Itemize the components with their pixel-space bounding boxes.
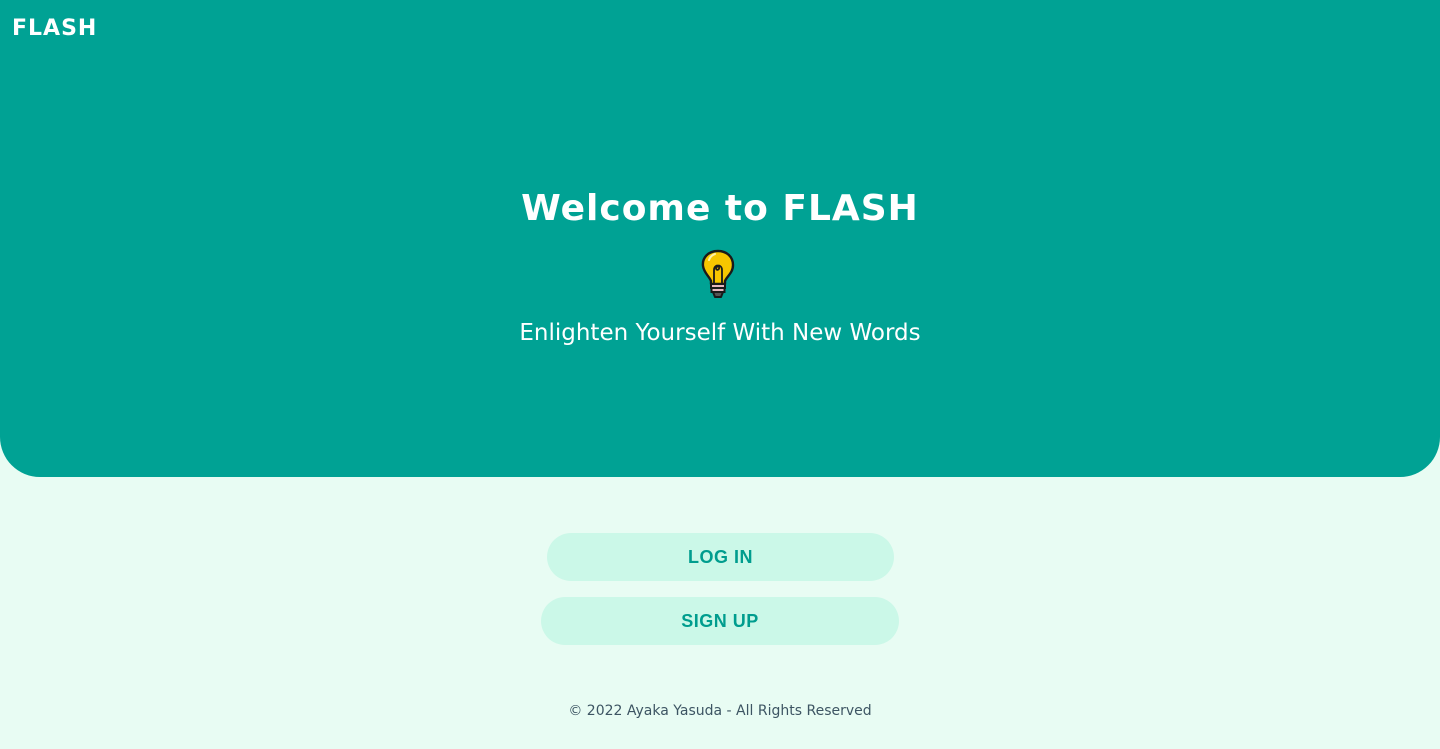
login-button[interactable]: LOG IN xyxy=(547,533,894,581)
footer-copyright: © 2022 Ayaka Yasuda - All Rights Reserve… xyxy=(568,703,872,719)
page-title: Welcome to FLASH xyxy=(521,188,919,229)
signup-button[interactable]: SIGN UP xyxy=(541,597,899,645)
logo[interactable]: FLASH xyxy=(12,16,97,42)
lightbulb-icon xyxy=(698,248,738,302)
page-subtitle: Enlighten Yourself With New Words xyxy=(519,320,921,346)
hero-banner: FLASH Welcome to FLASH Enlighten Yoursel… xyxy=(0,0,1440,477)
